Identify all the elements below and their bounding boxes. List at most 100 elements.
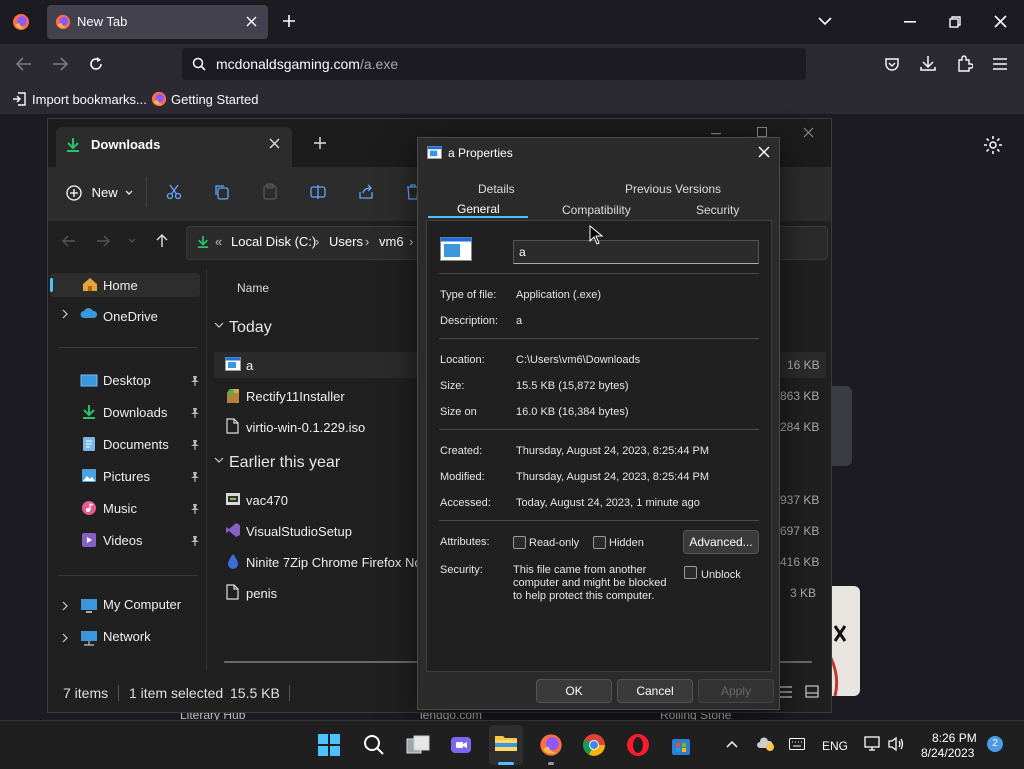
- restore-button[interactable]: [949, 16, 961, 28]
- file-name: virtio-win-0.1.229.iso: [246, 420, 366, 435]
- close-dialog-icon[interactable]: [758, 146, 770, 158]
- share-icon[interactable]: [358, 184, 374, 200]
- advanced-button[interactable]: Advanced...: [683, 530, 759, 554]
- firefox-view-icon[interactable]: [12, 13, 30, 31]
- clock-date[interactable]: 8/24/2023: [921, 746, 974, 760]
- nav-item-network[interactable]: Network: [103, 629, 151, 644]
- divider: [58, 347, 198, 348]
- recent-locations-icon[interactable]: [128, 238, 136, 244]
- breadcrumb-vm6[interactable]: vm6: [379, 234, 404, 249]
- chrome-icon[interactable]: [582, 733, 606, 757]
- maximize-button[interactable]: [757, 127, 767, 137]
- extensions-icon[interactable]: [956, 55, 973, 72]
- breadcrumb-users[interactable]: Users: [329, 234, 363, 249]
- group-header-today[interactable]: Today: [229, 319, 272, 337]
- taskbar-file-explorer[interactable]: [489, 725, 523, 765]
- ok-button[interactable]: OK: [536, 679, 612, 703]
- breadcrumb-local-disk[interactable]: Local Disk (C:): [231, 234, 316, 249]
- up-icon[interactable]: [156, 234, 168, 248]
- unblock-checkbox[interactable]: [684, 566, 697, 579]
- expand-chevron-icon[interactable]: [62, 633, 68, 643]
- modified-label: Modified:: [440, 471, 485, 483]
- pocket-icon[interactable]: [884, 56, 900, 72]
- browser-tab-new-tab[interactable]: New Tab: [47, 5, 268, 39]
- downloads-icon[interactable]: [920, 55, 936, 72]
- chat-icon[interactable]: [450, 734, 472, 756]
- notification-badge[interactable]: 2: [987, 736, 1003, 752]
- tiles-view-icon[interactable]: [805, 685, 819, 698]
- reload-icon[interactable]: [88, 56, 104, 72]
- cancel-button[interactable]: Cancel: [617, 679, 693, 703]
- hidden-checkbox[interactable]: [593, 536, 606, 549]
- rename-icon[interactable]: [310, 184, 326, 200]
- search-icon[interactable]: [363, 734, 384, 755]
- gear-icon[interactable]: [983, 135, 1003, 155]
- onedrive-status-icon[interactable]: [757, 736, 775, 752]
- url-bar[interactable]: mcdonaldsgaming.com/a.exe: [182, 48, 806, 80]
- start-icon[interactable]: [318, 734, 340, 756]
- nav-item-desktop[interactable]: Desktop: [103, 373, 151, 388]
- bookmark-import[interactable]: Import bookmarks...: [32, 92, 147, 107]
- expand-chevron-icon[interactable]: [62, 309, 68, 319]
- tab-general[interactable]: General: [457, 202, 500, 216]
- nav-item-documents[interactable]: Documents: [103, 437, 169, 452]
- cut-icon[interactable]: [166, 184, 182, 200]
- menu-icon[interactable]: [993, 58, 1007, 70]
- nav-item-my-computer[interactable]: My Computer: [103, 597, 181, 612]
- filename-input[interactable]: a: [513, 240, 759, 264]
- show-hidden-icons-icon[interactable]: [726, 740, 738, 748]
- tab-compatibility[interactable]: Compatibility: [562, 203, 631, 217]
- nav-item-pictures[interactable]: Pictures: [103, 469, 150, 484]
- back-icon[interactable]: [62, 235, 76, 247]
- close-tab-icon[interactable]: [246, 16, 257, 27]
- keyboard-icon[interactable]: [789, 738, 805, 750]
- nav-item-home[interactable]: Home: [50, 273, 200, 297]
- new-tab-button[interactable]: [314, 137, 326, 149]
- collapse-chevron-icon[interactable]: [214, 457, 224, 463]
- tab-security[interactable]: Security: [696, 203, 739, 217]
- firefox-icon[interactable]: [539, 733, 563, 765]
- language-indicator[interactable]: ENG: [822, 739, 848, 753]
- volume-icon[interactable]: [887, 736, 905, 752]
- apply-button[interactable]: Apply: [698, 679, 774, 703]
- navigation-pane: Home OneDrive Desktop Downloads Document…: [48, 265, 206, 675]
- close-window-button[interactable]: [994, 15, 1007, 28]
- explorer-tab-downloads[interactable]: Downloads: [56, 127, 292, 167]
- opera-icon[interactable]: [626, 733, 650, 757]
- new-button[interactable]: New: [66, 184, 133, 201]
- tab-previous-versions[interactable]: Previous Versions: [625, 182, 721, 196]
- clock-time[interactable]: 8:26 PM: [932, 731, 977, 745]
- network-status-icon[interactable]: [864, 736, 882, 752]
- task-view-icon[interactable]: [406, 735, 430, 755]
- back-icon[interactable]: [16, 57, 32, 71]
- nav-item-onedrive[interactable]: OneDrive: [103, 309, 158, 324]
- readonly-checkbox[interactable]: [513, 536, 526, 549]
- tab-details[interactable]: Details: [478, 182, 515, 196]
- details-view-icon[interactable]: [778, 686, 792, 698]
- paste-icon[interactable]: [262, 183, 278, 200]
- copy-icon[interactable]: [214, 184, 230, 200]
- overflow-chevron[interactable]: «: [215, 234, 222, 249]
- download-arrow-icon: [66, 137, 80, 153]
- collapse-chevron-icon[interactable]: [214, 322, 224, 328]
- expand-chevron-icon[interactable]: [62, 601, 68, 611]
- selection-indicator: [50, 278, 53, 292]
- nav-item-downloads[interactable]: Downloads: [103, 405, 167, 420]
- store-icon[interactable]: [669, 733, 693, 757]
- close-window-button[interactable]: [803, 127, 814, 138]
- forward-icon[interactable]: [96, 235, 110, 247]
- nav-item-videos[interactable]: Videos: [103, 533, 143, 548]
- minimize-button[interactable]: [904, 21, 916, 23]
- list-all-tabs-icon[interactable]: [818, 16, 832, 26]
- forward-icon[interactable]: [52, 57, 68, 71]
- downloads-folder-icon: [82, 404, 96, 420]
- column-header-name[interactable]: Name: [237, 281, 269, 295]
- close-tab-icon[interactable]: [269, 138, 280, 149]
- divider: [58, 575, 198, 576]
- nav-item-music[interactable]: Music: [103, 501, 137, 516]
- selection-size: 15.5 KB: [230, 685, 280, 701]
- group-header-earlier[interactable]: Earlier this year: [229, 454, 340, 472]
- new-tab-button[interactable]: [282, 14, 296, 28]
- bookmark-getting-started[interactable]: Getting Started: [171, 92, 258, 107]
- minimize-button[interactable]: [711, 133, 721, 135]
